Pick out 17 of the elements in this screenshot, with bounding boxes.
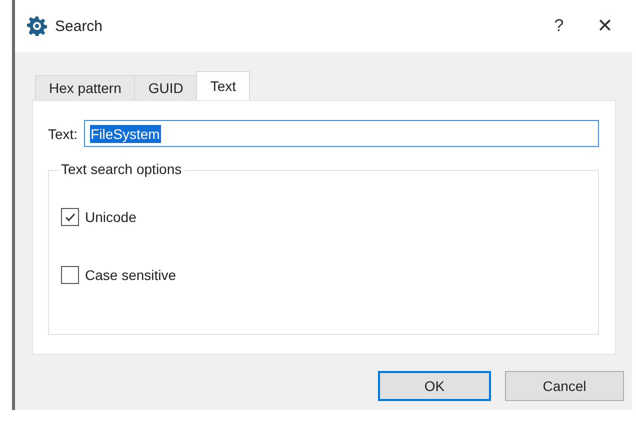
dialog-button[interactable]: OK xyxy=(378,371,491,401)
close-button[interactable]: ✕ xyxy=(582,6,628,46)
check-icon xyxy=(64,211,76,223)
window-title: Search xyxy=(55,18,103,34)
group-title: Text search options xyxy=(59,161,184,177)
tab[interactable]: Hex pattern xyxy=(35,75,136,100)
field-label: Text: xyxy=(48,126,78,142)
gear-icon xyxy=(27,16,47,36)
input-field[interactable]: FileSystem xyxy=(84,120,599,147)
checkbox[interactable] xyxy=(61,266,79,284)
tab[interactable]: GUID xyxy=(134,75,198,100)
checkbox-label[interactable]: Case sensitive xyxy=(85,267,176,283)
tab[interactable]: Text xyxy=(196,71,250,100)
checkbox-label[interactable]: Unicode xyxy=(85,209,136,225)
dialog-button[interactable]: Cancel xyxy=(505,371,624,401)
checkbox[interactable] xyxy=(61,208,79,226)
help-button[interactable]: ? xyxy=(536,6,582,46)
